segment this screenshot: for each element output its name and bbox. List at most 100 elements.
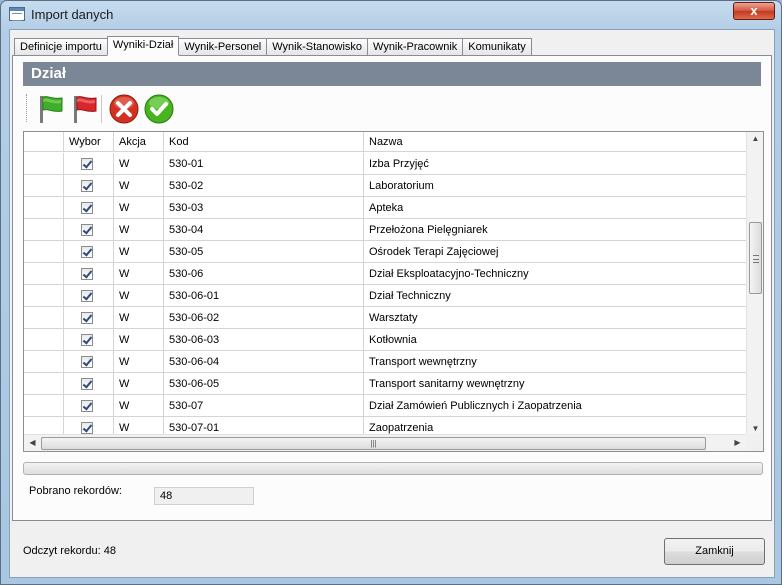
toolbar-grip[interactable] <box>26 94 29 122</box>
wybor-checkbox[interactable] <box>81 334 93 346</box>
accept-button[interactable] <box>143 93 175 125</box>
kod-cell[interactable]: 530-01 <box>164 153 364 174</box>
wybor-cell[interactable] <box>64 329 114 350</box>
akcja-cell[interactable]: W <box>114 153 164 174</box>
row-selector[interactable] <box>24 285 64 306</box>
wybor-checkbox[interactable] <box>81 180 93 192</box>
row-selector[interactable] <box>24 373 64 394</box>
wybor-cell[interactable] <box>64 241 114 262</box>
wybor-checkbox[interactable] <box>81 356 93 368</box>
nazwa-cell[interactable]: Apteka <box>364 197 746 218</box>
row-selector[interactable] <box>24 395 64 416</box>
nazwa-cell[interactable]: Dział Zamówień Publicznych i Zaopatrzeni… <box>364 395 746 416</box>
row-selector[interactable] <box>24 175 64 196</box>
table-row[interactable]: W 530-06-01 Dział Techniczny <box>24 285 746 307</box>
akcja-cell[interactable]: W <box>114 219 164 240</box>
row-selector[interactable] <box>24 197 64 218</box>
kod-cell[interactable]: 530-03 <box>164 197 364 218</box>
table-row[interactable]: W 530-07 Dział Zamówień Publicznych i Zaop… <box>24 395 746 417</box>
scroll-left-icon[interactable]: ◀ <box>24 438 41 447</box>
tab-wyniki-dzial[interactable]: Wyniki-Dział <box>106 36 180 56</box>
table-row[interactable]: W 530-06-04 Transport wewnętrzny <box>24 351 746 373</box>
tab-komunikaty[interactable]: Komunikaty <box>462 38 532 56</box>
nazwa-cell[interactable]: Warsztaty <box>364 307 746 328</box>
row-selector[interactable] <box>24 219 64 240</box>
kod-cell[interactable]: 530-06-05 <box>164 373 364 394</box>
kod-cell[interactable]: 530-04 <box>164 219 364 240</box>
kod-cell[interactable]: 530-06-04 <box>164 351 364 372</box>
wybor-checkbox[interactable] <box>81 378 93 390</box>
kod-cell[interactable]: 530-05 <box>164 241 364 262</box>
cancel-button[interactable] <box>108 93 140 125</box>
table-row[interactable]: W 530-06-03 Kotłownia <box>24 329 746 351</box>
akcja-cell[interactable]: W <box>114 351 164 372</box>
row-selector[interactable] <box>24 263 64 284</box>
row-selector[interactable] <box>24 351 64 372</box>
kod-cell[interactable]: 530-06-02 <box>164 307 364 328</box>
wybor-cell[interactable] <box>64 197 114 218</box>
column-header-akcja[interactable]: Akcja <box>114 132 164 151</box>
wybor-cell[interactable] <box>64 285 114 306</box>
wybor-cell[interactable] <box>64 219 114 240</box>
row-selector[interactable] <box>24 329 64 350</box>
table-row[interactable]: W 530-03 Apteka <box>24 197 746 219</box>
wybor-checkbox[interactable] <box>81 290 93 302</box>
column-header-wybor[interactable]: Wybor <box>64 132 114 151</box>
wybor-checkbox[interactable] <box>81 400 93 412</box>
kod-cell[interactable]: 530-06 <box>164 263 364 284</box>
row-selector[interactable] <box>24 241 64 262</box>
wybor-checkbox[interactable] <box>81 312 93 324</box>
nazwa-cell[interactable]: Laboratorium <box>364 175 746 196</box>
tab-wynik-stanowisko[interactable]: Wynik-Stanowisko <box>266 38 369 56</box>
vertical-scroll-thumb[interactable] <box>749 222 762 294</box>
horizontal-scrollbar[interactable]: ◀ ||| ▶ <box>24 434 746 451</box>
wybor-cell[interactable] <box>64 175 114 196</box>
scroll-up-icon[interactable]: ▲ <box>747 134 763 143</box>
wybor-checkbox[interactable] <box>81 158 93 170</box>
green-flag-button[interactable] <box>35 93 67 125</box>
akcja-cell[interactable]: W <box>114 329 164 350</box>
kod-cell[interactable]: 530-07 <box>164 395 364 416</box>
nazwa-cell[interactable]: Izba Przyjęć <box>364 153 746 174</box>
title-bar[interactable]: Import danych x <box>1 1 781 29</box>
wybor-checkbox[interactable] <box>81 246 93 258</box>
tab-wynik-pracownik[interactable]: Wynik-Pracownik <box>367 38 464 56</box>
kod-cell[interactable]: 530-06-01 <box>164 285 364 306</box>
vertical-scrollbar[interactable]: ▲ ▼ <box>746 132 763 435</box>
horizontal-scroll-thumb[interactable]: ||| <box>41 437 706 450</box>
akcja-cell[interactable]: W <box>114 175 164 196</box>
table-row[interactable]: W 530-04 Przełożona Pielęgniarek <box>24 219 746 241</box>
wybor-cell[interactable] <box>64 351 114 372</box>
wybor-cell[interactable] <box>64 263 114 284</box>
nazwa-cell[interactable]: Przełożona Pielęgniarek <box>364 219 746 240</box>
wybor-cell[interactable] <box>64 153 114 174</box>
wybor-cell[interactable] <box>64 307 114 328</box>
kod-cell[interactable]: 530-02 <box>164 175 364 196</box>
table-row[interactable]: W 530-06 Dział Eksploatacyjno-Techniczny <box>24 263 746 285</box>
nazwa-cell[interactable]: Dział Eksploatacyjno-Techniczny <box>364 263 746 284</box>
scroll-down-icon[interactable]: ▼ <box>747 424 763 433</box>
akcja-cell[interactable]: W <box>114 263 164 284</box>
akcja-cell[interactable]: W <box>114 197 164 218</box>
table-row[interactable]: W 530-05 Ośrodek Terapi Zajęciowej <box>24 241 746 263</box>
wybor-checkbox[interactable] <box>81 202 93 214</box>
column-header-nazwa[interactable]: Nazwa <box>364 132 746 151</box>
akcja-cell[interactable]: W <box>114 307 164 328</box>
nazwa-cell[interactable]: Kotłownia <box>364 329 746 350</box>
table-row[interactable]: W 530-06-02 Warsztaty <box>24 307 746 329</box>
kod-cell[interactable]: 530-06-03 <box>164 329 364 350</box>
table-row[interactable]: W 530-01 Izba Przyjęć <box>24 153 746 175</box>
akcja-cell[interactable]: W <box>114 395 164 416</box>
table-row[interactable]: W 530-06-05 Transport sanitarny wewnętrzny <box>24 373 746 395</box>
tab-definicje-importu[interactable]: Definicje importu <box>14 38 108 56</box>
akcja-cell[interactable]: W <box>114 285 164 306</box>
wybor-cell[interactable] <box>64 373 114 394</box>
akcja-cell[interactable]: W <box>114 373 164 394</box>
scroll-right-icon[interactable]: ▶ <box>729 438 746 447</box>
row-selector[interactable] <box>24 153 64 174</box>
wybor-checkbox[interactable] <box>81 268 93 280</box>
wybor-checkbox[interactable] <box>81 224 93 236</box>
red-flag-button[interactable] <box>69 93 101 125</box>
wybor-cell[interactable] <box>64 395 114 416</box>
close-button[interactable]: Zamknij <box>664 538 765 565</box>
